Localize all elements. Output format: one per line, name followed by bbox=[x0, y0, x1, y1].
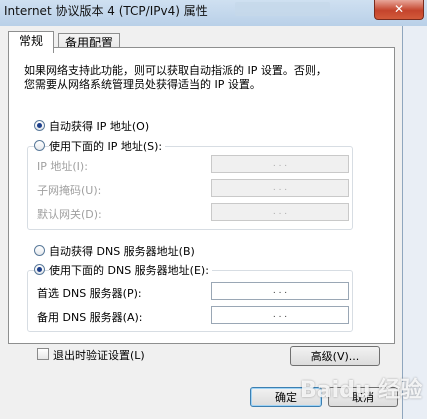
ip-address-label: IP 地址(I): bbox=[37, 160, 88, 173]
advanced-button[interactable]: 高级(V)... bbox=[290, 346, 380, 366]
auto-dns-label: 自动获得 DNS 服务器地址(B) bbox=[49, 245, 195, 258]
radio-selected-dot bbox=[37, 123, 42, 128]
radio-auto-ip[interactable] bbox=[34, 120, 45, 131]
default-gateway-field[interactable]: . . . bbox=[211, 203, 349, 221]
close-button[interactable]: ✕ bbox=[374, 0, 424, 20]
radio-auto-dns[interactable] bbox=[34, 245, 45, 256]
validate-checkbox[interactable] bbox=[37, 348, 49, 360]
manual-dns-label: 使用下面的 DNS 服务器地址(E): bbox=[49, 262, 212, 278]
baidu-watermark: Baidu 经验 bbox=[300, 378, 423, 403]
background-window-strip bbox=[403, 26, 427, 419]
radio-selected-dot bbox=[37, 267, 42, 272]
manual-ip-label: 使用下面的 IP 地址(S): bbox=[49, 138, 166, 154]
default-gateway-label: 默认网关(D): bbox=[37, 208, 102, 221]
intro-line-2: 您需要从网络系统管理员处获得适当的 IP 设置。 bbox=[24, 78, 261, 91]
preferred-dns-value: . . . bbox=[272, 286, 288, 296]
subnet-mask-field[interactable]: . . . bbox=[211, 179, 349, 197]
tab-general[interactable]: 常规 bbox=[8, 31, 54, 53]
title-bar: Internet 协议版本 4 (TCP/IPv4) 属性 ✕ bbox=[0, 0, 427, 26]
radio-manual-dns[interactable] bbox=[34, 264, 45, 275]
window-title: Internet 协议版本 4 (TCP/IPv4) 属性 bbox=[4, 4, 208, 18]
alternate-dns-field[interactable]: . . . bbox=[211, 306, 349, 324]
subnet-mask-value: . . . bbox=[272, 183, 288, 193]
alternate-dns-value: . . . bbox=[272, 310, 288, 320]
radio-manual-ip[interactable] bbox=[34, 140, 45, 151]
subnet-mask-label: 子网掩码(U): bbox=[37, 184, 102, 197]
auto-ip-label: 自动获得 IP 地址(O) bbox=[49, 120, 150, 133]
preferred-dns-label: 首选 DNS 服务器(P): bbox=[37, 287, 142, 300]
blurred-address-bar bbox=[235, 2, 330, 16]
default-gateway-value: . . . bbox=[272, 207, 288, 217]
validate-label: 退出时验证设置(L) bbox=[53, 349, 145, 362]
ip-address-value: . . . bbox=[272, 159, 288, 169]
ip-address-field[interactable]: . . . bbox=[211, 155, 349, 173]
preferred-dns-field[interactable]: . . . bbox=[211, 282, 349, 300]
alternate-dns-label: 备用 DNS 服务器(A): bbox=[37, 311, 143, 324]
